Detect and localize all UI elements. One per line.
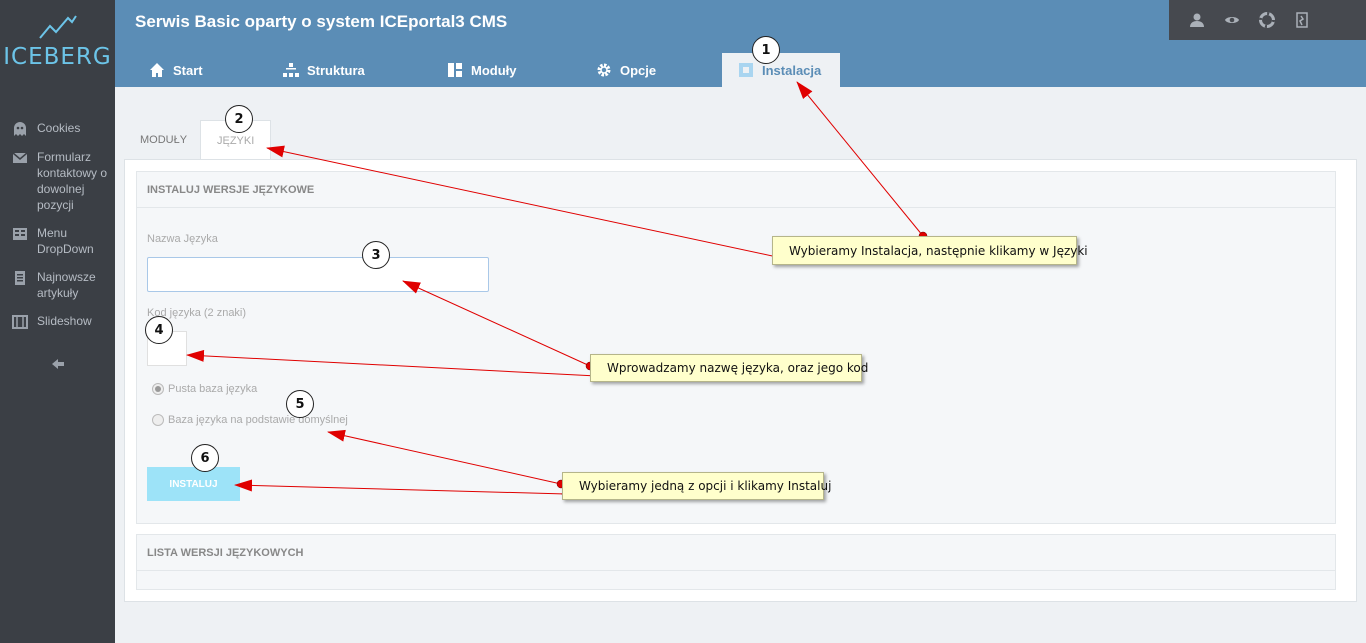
step-number-3: 3 xyxy=(362,241,390,269)
tab-label: Moduły xyxy=(471,62,517,78)
sidebar-item-label: Menu DropDown xyxy=(37,226,94,256)
header: Serwis Basic oparty o system ICEportal3 … xyxy=(115,0,1366,87)
dashboard-icon xyxy=(448,63,462,77)
lifebuoy-icon[interactable] xyxy=(1259,12,1275,28)
tab-label: Instalacja xyxy=(762,62,822,78)
tab-label: Opcje xyxy=(620,62,657,78)
tab-opcje[interactable]: Opcje xyxy=(580,53,672,87)
step-number-2: 2 xyxy=(225,105,253,133)
callout-step-5-6: Wybieramy jedną z opcji i klikamy Instal… xyxy=(562,472,831,500)
radio-label: Pusta baza języka xyxy=(168,383,258,395)
film-icon xyxy=(12,315,28,329)
install-button[interactable]: INSTALUJ xyxy=(147,467,240,501)
arrow-left-icon[interactable] xyxy=(50,356,66,372)
sidebar-item-menu-dropdown[interactable]: Menu DropDown xyxy=(0,225,115,257)
step-number-4: 4 xyxy=(145,316,173,344)
eye-icon[interactable] xyxy=(1224,12,1240,28)
envelope-icon xyxy=(12,152,28,163)
list-section: LISTA WERSJI JĘZYKOWYCH xyxy=(136,534,1336,590)
step-number-6: 6 xyxy=(191,444,219,472)
radio-button[interactable] xyxy=(152,383,164,395)
tab-label: Start xyxy=(173,62,203,78)
sidebar: ICEBERG Cookies Formularz kontaktowy o d… xyxy=(0,0,115,643)
tab-label: Struktura xyxy=(307,62,365,78)
tab-start[interactable]: Start xyxy=(133,53,219,87)
sidebar-item-formularz[interactable]: Formularz kontaktowy o dowolnej pozycji xyxy=(0,149,115,213)
tab-instalacja[interactable]: Instalacja xyxy=(722,53,840,87)
toolbar xyxy=(1169,0,1366,40)
radio-default-base[interactable]: Baza języka na podstawie domyślnej xyxy=(152,414,348,426)
callout-step-1-2: Wybieramy Instalacja, następnie klikamy … xyxy=(772,236,1088,265)
install-icon xyxy=(739,63,753,77)
sidebar-item-label: Slideshow xyxy=(37,314,92,328)
sidebar-item-label: Formularz kontaktowy o dowolnej pozycji xyxy=(37,150,108,212)
logout-icon[interactable] xyxy=(1294,12,1310,28)
tab-moduly[interactable]: Moduły xyxy=(431,53,533,87)
home-icon xyxy=(150,63,164,77)
app-title: Serwis Basic oparty o system ICEportal3 … xyxy=(135,12,508,31)
section-title: LISTA WERSJI JĘZYKOWYCH xyxy=(137,535,1335,571)
user-icon[interactable] xyxy=(1189,12,1205,28)
main-tabs: Start Struktura Moduły Opcje Instalacja xyxy=(115,53,1366,87)
radio-button[interactable] xyxy=(152,414,164,426)
language-name-input[interactable] xyxy=(147,257,489,292)
menu-icon xyxy=(13,228,27,240)
radio-label: Baza języka na podstawie domyślnej xyxy=(168,414,348,426)
sitemap-icon xyxy=(283,63,299,77)
name-label: Nazwa Języka xyxy=(147,233,218,245)
logo[interactable]: ICEBERG xyxy=(0,12,115,70)
callout-step-3-4: Wprowadzamy nazwę języka, oraz jego kod xyxy=(590,354,868,382)
sidebar-item-label: Cookies xyxy=(37,121,81,135)
sidebar-item-cookies[interactable]: Cookies xyxy=(0,120,115,137)
sidebar-nav: Cookies Formularz kontaktowy o dowolnej … xyxy=(0,120,115,342)
sidebar-item-najnowsze[interactable]: Najnowsze artykuły xyxy=(0,269,115,301)
ghost-icon xyxy=(14,122,26,136)
logo-text: ICEBERG xyxy=(3,44,112,70)
tab-struktura[interactable]: Struktura xyxy=(267,53,381,87)
subtab-moduly[interactable]: MODUŁY xyxy=(124,120,203,160)
step-number-1: 1 xyxy=(752,36,780,64)
gear-icon xyxy=(597,63,611,77)
step-number-5: 5 xyxy=(286,390,314,418)
radio-empty-base[interactable]: Pusta baza języka xyxy=(152,383,257,395)
sidebar-item-slideshow[interactable]: Slideshow xyxy=(0,313,115,330)
logo-mountain-icon xyxy=(38,15,77,39)
document-icon xyxy=(15,271,25,285)
section-title: INSTALUJ WERSJE JĘZYKOWE xyxy=(137,172,1335,208)
sidebar-item-label: Najnowsze artykuły xyxy=(37,270,96,300)
